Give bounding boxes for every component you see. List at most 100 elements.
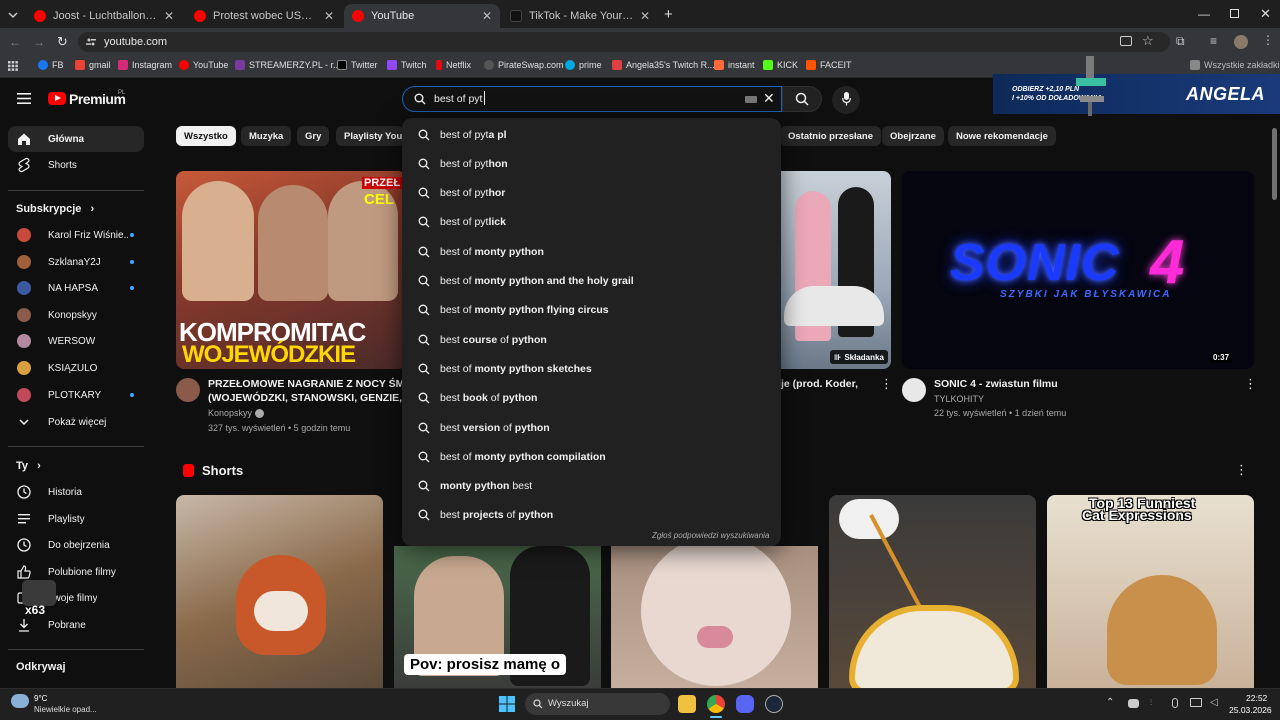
sidebar-sub-item[interactable]: Karol Friz Wiśnie...	[8, 222, 144, 248]
bookmark-fb[interactable]: FB	[38, 60, 64, 70]
site-info-icon[interactable]	[86, 37, 96, 47]
sidebar-item-shorts[interactable]: Shorts	[8, 152, 144, 178]
video-thumbnail[interactable]: PRZEŁ CEL KOMPROMITAC WOJEWÓDZKIE	[176, 171, 406, 369]
search-input[interactable]: best of pyt	[434, 93, 482, 105]
browser-tab[interactable]: TikTok - Make Your Day ✕	[502, 4, 658, 28]
search-suggestion-item[interactable]: best of monty python sketches	[402, 354, 781, 383]
tab-close-icon[interactable]: ✕	[324, 9, 334, 23]
video-thumbnail[interactable]: SONIC 4 SZYBKI JAK BŁYSKAWICA	[902, 171, 1254, 369]
video-menu-icon[interactable]: ⋮	[1244, 376, 1257, 392]
search-suggestion-item[interactable]: best of pyta pl	[402, 120, 781, 149]
steam-icon[interactable]	[765, 695, 783, 713]
chip-music[interactable]: Muzyka	[241, 126, 292, 146]
chip-recently-uploaded[interactable]: Ostatnio przesłane	[780, 126, 881, 146]
chip-new-recommendations[interactable]: Nowe rekomendacje	[948, 126, 1056, 146]
weather-icon[interactable]	[11, 694, 29, 708]
bookmark-youtube[interactable]: YouTube	[179, 60, 228, 70]
chip-games[interactable]: Gry	[297, 126, 330, 146]
restore-icon[interactable]	[1230, 9, 1239, 18]
volume-icon[interactable]: ◁	[1210, 697, 1218, 708]
tab-search-button[interactable]	[6, 8, 20, 22]
file-explorer-icon[interactable]	[678, 695, 696, 713]
bookmark-pirateswap[interactable]: PirateSwap.com	[484, 60, 564, 70]
bookmark-instagram[interactable]: Instagram	[118, 60, 172, 70]
bookmark-netflix[interactable]: Netflix	[436, 60, 471, 70]
short-thumbnail[interactable]: Pov: prosisz mamę o	[394, 546, 601, 695]
start-button-icon[interactable]	[499, 696, 515, 712]
reload-icon[interactable]: ↻	[57, 34, 68, 50]
bookmark-star-icon[interactable]: ☆	[1142, 33, 1154, 49]
bookmark-faceit[interactable]: FACEIT	[806, 60, 852, 70]
clock-date[interactable]: 25.03.2026	[1229, 705, 1272, 715]
sidebar-item-home[interactable]: Główna	[8, 126, 144, 152]
hamburger-menu-icon[interactable]	[17, 93, 31, 104]
bookmark-twitch[interactable]: Twitch	[387, 60, 427, 70]
browser-tab[interactable]: Protest wobec USA i zlot Kamr... ✕	[186, 4, 342, 28]
keyboard-icon[interactable]	[745, 96, 757, 103]
sidebar-sub-item[interactable]: KSIĄŻULO	[8, 355, 144, 381]
sidebar-sub-item[interactable]: NA HAPSA	[8, 275, 144, 301]
search-suggestion-item[interactable]: best version of python	[402, 413, 781, 442]
clear-search-icon[interactable]: ✕	[763, 90, 775, 107]
bookmark-angela[interactable]: Angela35's Twitch R...	[612, 60, 715, 70]
you-header[interactable]: Ty ›	[16, 460, 41, 472]
video-title[interactable]: je (prod. Koder,	[781, 377, 858, 391]
channel-name[interactable]: TYLKOHITY	[934, 392, 984, 406]
report-suggestions-link[interactable]: Zgłoś podpowiedzi wyszukiwania	[652, 531, 769, 540]
search-suggestion-item[interactable]: best of monty python flying circus	[402, 296, 781, 325]
search-suggestion-item[interactable]: best of monty python and the holy grail	[402, 267, 781, 296]
short-thumbnail[interactable]	[611, 546, 818, 695]
browser-menu-icon[interactable]: ⋮	[1262, 33, 1274, 47]
sidebar-item-history[interactable]: Historia	[8, 479, 144, 505]
channel-avatar[interactable]	[902, 378, 926, 402]
sidebar-item-watch-later[interactable]: Do obejrzenia	[8, 532, 144, 558]
sidebar-sub-item[interactable]: PLOTKARY	[8, 382, 144, 408]
bookmark-twitter[interactable]: Twitter	[337, 60, 378, 70]
chrome-icon[interactable]	[707, 695, 725, 713]
sidebar-sub-item[interactable]: SzklanaY2J	[8, 249, 144, 275]
tab-close-icon[interactable]: ✕	[482, 9, 492, 23]
bookmark-streamerzy[interactable]: STREAMERZY.PL - r...	[235, 60, 341, 70]
tray-app-icon[interactable]: ⫶	[1150, 698, 1152, 708]
sidebar-sub-item[interactable]: WERSOW	[8, 328, 144, 354]
new-tab-button[interactable]: +	[664, 6, 673, 23]
shorts-menu-icon[interactable]: ⋮	[1235, 462, 1248, 478]
search-suggestion-item[interactable]: best course of python	[402, 325, 781, 354]
tray-discord-icon[interactable]	[1128, 699, 1139, 708]
apps-grid-icon[interactable]	[8, 61, 18, 71]
extensions-icon[interactable]: ⧉	[1176, 34, 1185, 49]
chip-playlists[interactable]: Playlisty YouT	[336, 126, 404, 146]
bookmark-all[interactable]: Wszystkie zakładki	[1190, 60, 1280, 70]
tab-close-icon[interactable]: ✕	[164, 9, 174, 23]
clock-time[interactable]: 22:52	[1246, 693, 1267, 703]
browser-tab[interactable]: Joost - Luchtballon (Official Vid... ✕	[26, 4, 182, 28]
search-suggestion-item[interactable]: best book of python	[402, 384, 781, 413]
search-suggestion-item[interactable]: best of monty python	[402, 237, 781, 266]
profile-avatar[interactable]	[1234, 35, 1248, 49]
search-suggestion-item[interactable]: best of pytlick	[402, 208, 781, 237]
search-suggestion-item[interactable]: best of python	[402, 149, 781, 178]
search-suggestion-item[interactable]: best of monty python compilation	[402, 442, 781, 471]
video-title[interactable]: SONIC 4 - zwiastun filmu	[934, 377, 1058, 391]
tray-chevron-icon[interactable]: ⌃	[1106, 697, 1114, 708]
video-menu-icon[interactable]: ⋮	[880, 376, 893, 392]
sidebar-item-playlists[interactable]: Playlisty	[8, 506, 144, 532]
discord-icon[interactable]	[736, 695, 754, 713]
omnibox[interactable]	[78, 32, 1170, 52]
browser-tab-active[interactable]: YouTube ✕	[344, 4, 500, 28]
short-thumbnail[interactable]	[829, 495, 1036, 695]
forward-icon[interactable]: →	[33, 35, 45, 49]
taskbar-search[interactable]	[525, 693, 670, 715]
page-scrollbar[interactable]	[1272, 128, 1277, 200]
tab-close-icon[interactable]: ✕	[640, 9, 650, 23]
search-suggestion-item[interactable]: best projects of python	[402, 501, 781, 530]
channel-avatar[interactable]	[176, 378, 200, 402]
sidebar-sub-item[interactable]: Konopskyy	[8, 302, 144, 328]
microphone-tray-icon[interactable]	[1172, 698, 1178, 708]
chip-watched[interactable]: Obejrzane	[882, 126, 944, 146]
video-title[interactable]: PRZEŁOMOWE NAGRANIE Z NOCY ŚMIE (WOJEWÓD…	[208, 377, 406, 405]
bookmark-gmail[interactable]: gmail	[75, 60, 111, 70]
close-window-icon[interactable]: ✕	[1260, 6, 1271, 22]
back-icon[interactable]: ←	[9, 35, 21, 49]
bookmark-kick[interactable]: KICK	[763, 60, 798, 70]
